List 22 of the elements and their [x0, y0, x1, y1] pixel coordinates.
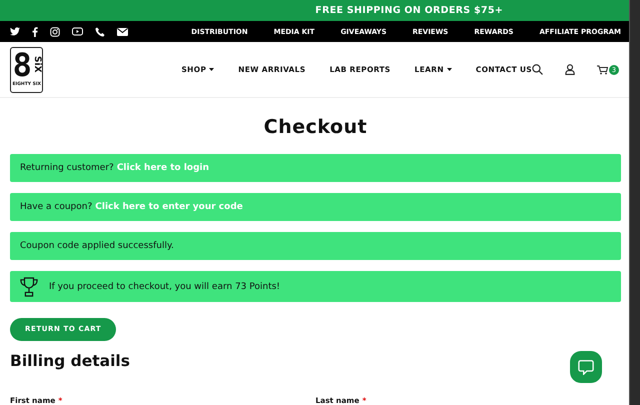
notice-text: If you proceed to checkout, you will earn 73 Points!: [49, 282, 280, 292]
phone-icon[interactable]: [95, 26, 105, 36]
scrollbar[interactable]: [629, 0, 640, 405]
speech-bubble-icon: [578, 360, 594, 374]
promo-text: FREE SHIPPING ON ORDERS $75+: [315, 5, 503, 16]
chat-button[interactable]: [570, 351, 602, 383]
notice-text: Coupon code applied successfully.: [20, 241, 174, 251]
envelope-icon[interactable]: [117, 28, 128, 36]
search-icon[interactable]: [532, 64, 543, 75]
facebook-f-icon[interactable]: [32, 26, 38, 36]
billing-heading: Billing details: [10, 352, 130, 370]
notice-text: Have a coupon?: [20, 202, 92, 212]
play-button-icon[interactable]: [72, 27, 83, 36]
twitter-bird-icon[interactable]: [10, 27, 20, 36]
cart-icon[interactable]: [597, 64, 608, 74]
logo-word: SiX: [32, 56, 41, 73]
camera-square-icon[interactable]: [50, 26, 60, 36]
page-title: Checkout: [262, 116, 368, 138]
notice-text: Returning customer?: [20, 163, 114, 173]
logo-numeral: 8: [12, 48, 32, 80]
trophy-icon: [20, 276, 38, 296]
user-icon[interactable]: [565, 64, 575, 75]
